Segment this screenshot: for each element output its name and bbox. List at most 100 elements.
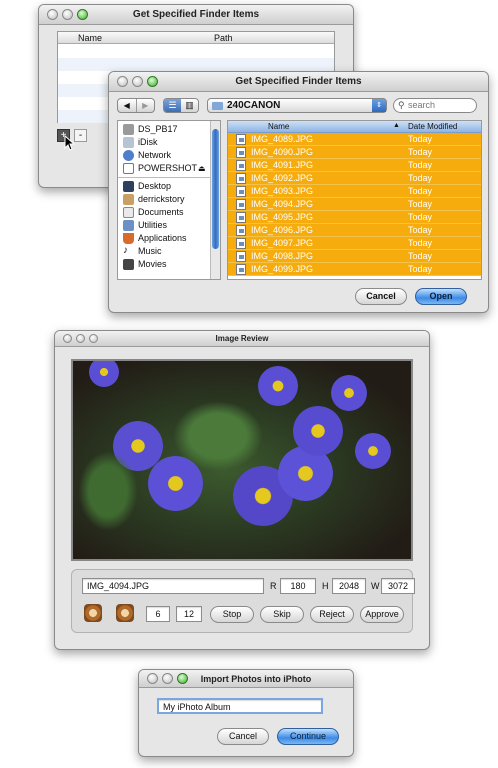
flower-image	[355, 433, 391, 469]
minimize-button[interactable]	[62, 9, 73, 20]
approve-button[interactable]: Approve	[360, 606, 404, 623]
sidebar-item-ds-pb17[interactable]: DS_PB17	[118, 123, 220, 136]
open-button[interactable]: Open	[415, 288, 467, 305]
search-placeholder: search	[408, 100, 436, 110]
column-view-icon[interactable]: ▥	[181, 99, 198, 112]
traffic-lights	[47, 9, 88, 20]
file-row[interactable]: IMG_4096.JPG Today	[228, 224, 481, 237]
view-switcher: ☰ ▥	[163, 98, 199, 113]
file-row[interactable]: IMG_4089.JPG Today	[228, 133, 481, 146]
h-field[interactable]: 2048	[332, 578, 366, 594]
zoom-button[interactable]	[77, 9, 88, 20]
zoom-button[interactable]	[147, 76, 158, 87]
file-row[interactable]: IMG_4099.JPG Today	[228, 263, 481, 276]
rotate-right-icon[interactable]	[116, 604, 134, 622]
file-list-header: Name ▲ Date Modified	[228, 121, 481, 133]
window-title: Get Specified Finder Items	[235, 76, 362, 87]
zoom-button[interactable]	[177, 673, 188, 684]
table-header: Name Path	[58, 32, 334, 44]
column-date-modified[interactable]: Date Modified	[408, 122, 457, 131]
sidebar-item-powershot[interactable]: POWERSHOT ⏏	[118, 162, 220, 175]
back-arrow-icon[interactable]: ◀	[118, 99, 137, 112]
skip-button[interactable]: Skip	[260, 606, 304, 623]
list-view-icon[interactable]: ☰	[164, 99, 181, 112]
sidebar-item-documents[interactable]: Documents	[118, 206, 220, 219]
close-button[interactable]	[47, 9, 58, 20]
flower-image	[293, 406, 343, 456]
title-bar: Get Specified Finder Items	[39, 5, 353, 25]
file-row[interactable]: IMG_4093.JPG Today	[228, 185, 481, 198]
file-row[interactable]: IMG_4091.JPG Today	[228, 159, 481, 172]
cancel-button[interactable]: Cancel	[355, 288, 407, 305]
total-field[interactable]: 12	[176, 606, 202, 622]
file-name: IMG_4095.JPG	[251, 212, 314, 222]
minimize-button[interactable]	[132, 76, 143, 87]
image-review-window: Image Review IMG_4094.JPG R 180 H 2048 W…	[54, 330, 430, 650]
sidebar-item-movies[interactable]: Movies	[118, 258, 220, 271]
applications-icon	[123, 233, 134, 244]
sidebar-item-music[interactable]: ♪ Music	[118, 245, 220, 258]
desktop-icon	[123, 181, 134, 192]
jpeg-file-icon	[236, 186, 246, 197]
reject-button[interactable]: Reject	[310, 606, 354, 623]
file-row[interactable]: IMG_4094.JPG Today	[228, 198, 481, 211]
sidebar-item-desktop[interactable]: Desktop	[118, 180, 220, 193]
column-path[interactable]: Path	[214, 33, 233, 43]
file-name: IMG_4092.JPG	[251, 173, 314, 183]
file-row[interactable]: IMG_4095.JPG Today	[228, 211, 481, 224]
sidebar-item-idisk[interactable]: iDisk	[118, 136, 220, 149]
home-icon	[123, 194, 134, 205]
rotate-left-icon[interactable]	[84, 604, 102, 622]
title-bar: Image Review	[55, 331, 429, 347]
search-field[interactable]: ⚲ search	[393, 98, 477, 113]
column-name[interactable]: Name	[78, 33, 102, 43]
minimize-button[interactable]	[162, 673, 173, 684]
traffic-lights	[147, 673, 188, 684]
index-field[interactable]: 6	[146, 606, 170, 622]
sidebar-item-utilities[interactable]: Utilities	[118, 219, 220, 232]
sort-arrow-icon: ▲	[393, 122, 400, 129]
close-button[interactable]	[147, 673, 158, 684]
scrollbar-thumb[interactable]	[212, 129, 219, 249]
popup-arrows-icon: ⇕	[372, 99, 386, 112]
window-title: Image Review	[215, 334, 269, 343]
globe-icon	[123, 150, 134, 161]
file-date: Today	[408, 264, 433, 274]
r-field[interactable]: 180	[280, 578, 316, 594]
file-row[interactable]: IMG_4098.JPG Today	[228, 250, 481, 263]
forward-arrow-icon[interactable]: ▶	[137, 99, 155, 112]
location-label: 240CANON	[227, 100, 281, 111]
file-date: Today	[408, 238, 433, 248]
import-photos-dialog: Import Photos into iPhoto My iPhoto Albu…	[138, 669, 354, 757]
nav-back-forward: ◀ ▶	[117, 98, 155, 113]
folder-icon	[212, 102, 223, 110]
file-date: Today	[408, 251, 433, 261]
sidebar-divider	[118, 177, 220, 178]
cancel-button[interactable]: Cancel	[217, 728, 269, 745]
location-popup[interactable]: 240CANON ⇕	[207, 98, 387, 113]
continue-button[interactable]: Continue	[277, 728, 339, 745]
traffic-lights	[63, 334, 98, 343]
file-row[interactable]: IMG_4097.JPG Today	[228, 237, 481, 250]
minimize-button[interactable]	[76, 334, 85, 343]
column-name[interactable]: Name	[268, 122, 289, 131]
w-field[interactable]: 3072	[381, 578, 415, 594]
jpeg-file-icon	[236, 173, 246, 184]
foliage	[78, 451, 138, 531]
file-date: Today	[408, 212, 433, 222]
file-row[interactable]: IMG_4092.JPG Today	[228, 172, 481, 185]
close-button[interactable]	[117, 76, 128, 87]
filename-field[interactable]: IMG_4094.JPG	[82, 578, 264, 594]
stop-button[interactable]: Stop	[210, 606, 254, 623]
close-button[interactable]	[63, 334, 72, 343]
sidebar-item-network[interactable]: Network	[118, 149, 220, 162]
sidebar-item-applications[interactable]: Applications	[118, 232, 220, 245]
album-name-input[interactable]: My iPhoto Album	[157, 698, 323, 714]
drive-icon	[123, 163, 134, 174]
eject-icon[interactable]: ⏏	[198, 162, 206, 175]
zoom-button[interactable]	[89, 334, 98, 343]
file-row[interactable]: IMG_4090.JPG Today	[228, 146, 481, 159]
sidebar-item-home[interactable]: derrickstory	[118, 193, 220, 206]
w-label: W	[371, 581, 380, 591]
sidebar-scrollbar[interactable]	[210, 121, 220, 279]
